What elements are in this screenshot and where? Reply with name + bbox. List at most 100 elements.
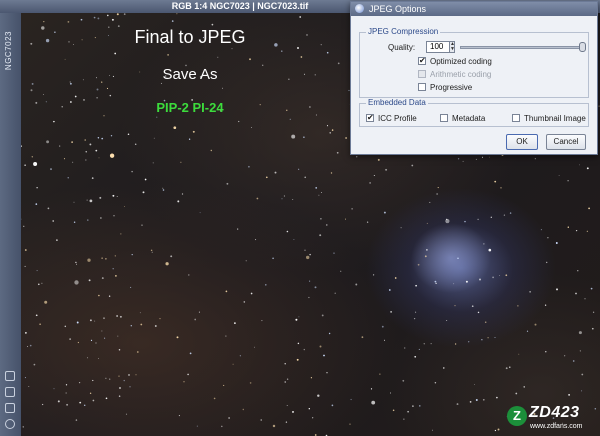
star (198, 311, 200, 313)
lock-icon[interactable] (5, 403, 15, 413)
star (300, 56, 303, 58)
star (377, 158, 380, 161)
star (505, 367, 508, 370)
metadata-checkbox[interactable] (440, 114, 448, 122)
star (272, 424, 276, 428)
star (189, 352, 192, 355)
star (199, 212, 201, 214)
thumbnail-image-checkbox[interactable] (512, 114, 520, 122)
quality-spinner-arrows[interactable]: ▲ ▼ (449, 41, 455, 53)
quality-slider-thumb[interactable] (579, 42, 586, 52)
star (72, 161, 74, 163)
settings-icon[interactable] (5, 419, 15, 429)
star (35, 101, 38, 104)
star (286, 230, 289, 233)
star (349, 423, 351, 425)
star (56, 239, 58, 241)
star (429, 201, 431, 203)
quality-slider-track[interactable] (460, 46, 585, 49)
star (494, 336, 496, 339)
arithmetic-coding-checkbox[interactable] (418, 70, 426, 78)
star (119, 315, 122, 318)
star (309, 280, 311, 282)
star (250, 292, 253, 295)
embedded-data-title: Embedded Data (366, 98, 428, 107)
star (575, 229, 578, 232)
arithmetic-coding-label: Arithmetic coding (430, 70, 492, 79)
star (59, 145, 61, 147)
star (36, 270, 38, 272)
star (45, 38, 50, 43)
star (99, 196, 102, 199)
star (304, 176, 306, 179)
mask-icon[interactable] (5, 387, 15, 397)
star (291, 134, 296, 139)
star (437, 187, 439, 189)
star (390, 392, 391, 394)
icc-profile-checkbox[interactable]: ✔ (366, 114, 374, 122)
star (418, 348, 420, 350)
star (112, 267, 114, 270)
jpeg-compression-group: JPEG Compression Quality: 100 ▲ ▼ ✔ Optim… (359, 27, 589, 98)
star (292, 199, 294, 200)
star (474, 384, 475, 385)
dialog-title-bar[interactable]: JPEG Options (351, 2, 597, 16)
star (73, 221, 76, 224)
star (412, 405, 414, 407)
star (505, 274, 508, 277)
star (411, 164, 414, 167)
star (588, 207, 591, 210)
star (109, 378, 111, 380)
star (22, 426, 24, 428)
star (53, 120, 55, 123)
star (403, 418, 405, 420)
star (104, 337, 106, 339)
star (33, 363, 36, 366)
star (94, 37, 96, 39)
star (345, 218, 346, 220)
star (286, 378, 289, 380)
star (303, 136, 305, 138)
star (39, 323, 41, 326)
quality-label: Quality: (388, 43, 416, 52)
star (30, 42, 33, 45)
star (103, 317, 105, 320)
star (454, 343, 457, 345)
star (123, 205, 125, 207)
star (400, 227, 402, 229)
star (591, 327, 594, 330)
star (318, 194, 320, 196)
star (65, 392, 67, 394)
star (120, 233, 122, 235)
image-identifier-tab[interactable]: NGC7023 (4, 31, 13, 70)
star (117, 335, 119, 337)
star (96, 88, 99, 91)
star (223, 384, 225, 386)
star (21, 218, 22, 220)
star (226, 182, 229, 185)
quality-input[interactable]: 100 (426, 41, 450, 53)
star (293, 239, 295, 241)
star (30, 89, 33, 92)
star (579, 164, 580, 166)
star (47, 207, 50, 210)
star (98, 294, 100, 297)
star (509, 212, 512, 214)
star (453, 283, 455, 285)
star (443, 367, 445, 369)
star (65, 384, 68, 386)
star (509, 366, 511, 368)
optimized-coding-checkbox[interactable]: ✔ (418, 57, 426, 65)
metadata-label: Metadata (452, 114, 486, 123)
preview-icon[interactable] (5, 371, 15, 381)
progressive-checkbox[interactable] (418, 83, 426, 91)
star (239, 355, 241, 357)
star (116, 196, 118, 198)
star (101, 277, 104, 280)
star (315, 187, 318, 189)
star (329, 132, 331, 134)
ok-button[interactable]: OK (506, 134, 538, 150)
star (414, 355, 417, 358)
cancel-button[interactable]: Cancel (546, 134, 586, 150)
star (61, 106, 63, 108)
